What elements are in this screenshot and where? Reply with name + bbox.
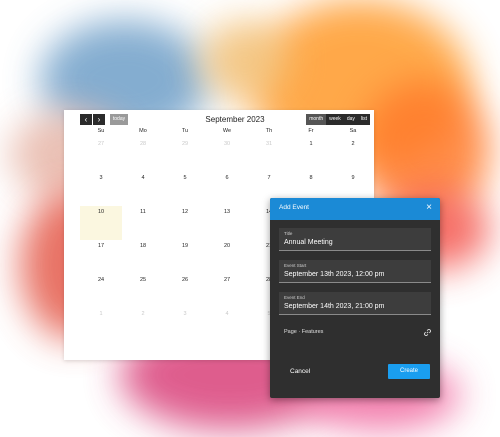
day-cell[interactable]: 26: [164, 274, 206, 308]
view-week-button[interactable]: week: [326, 114, 344, 125]
day-cell[interactable]: 5: [164, 172, 206, 206]
day-cell[interactable]: 31: [248, 138, 290, 172]
day-cell[interactable]: 11: [122, 206, 164, 240]
create-button[interactable]: Create: [388, 364, 430, 379]
view-list-button[interactable]: list: [357, 114, 370, 125]
dialog-header: Add Event ×: [270, 198, 440, 220]
day-cell[interactable]: 25: [122, 274, 164, 308]
field-value[interactable]: September 13th 2023, 12:00 pm: [284, 271, 384, 278]
day-cell[interactable]: 6: [206, 172, 248, 206]
weekday-header: Su Mo Tu We Th Fr Sa: [80, 128, 374, 138]
field-value[interactable]: Annual Meeting: [284, 239, 333, 246]
field-label: Event Start: [284, 263, 307, 268]
day-cell[interactable]: 29: [164, 138, 206, 172]
view-month-button[interactable]: month: [306, 114, 327, 125]
day-cell[interactable]: 27: [80, 138, 122, 172]
day-cell[interactable]: 4: [206, 308, 248, 342]
day-cell-today[interactable]: 10: [80, 206, 122, 240]
week-row: 27 28 29 30 31 1 2: [80, 138, 374, 172]
day-cell[interactable]: 3: [80, 172, 122, 206]
calendar-toolbar: ‹ › today September 2023 month week day …: [80, 114, 370, 126]
weekday-label: Mo: [139, 128, 147, 134]
view-day-button[interactable]: day: [343, 114, 358, 125]
weekday-label: Tu: [181, 128, 189, 134]
day-cell[interactable]: 18: [122, 240, 164, 274]
dialog-title: Add Event: [279, 204, 309, 211]
page-link-text: Page · Features: [284, 329, 324, 335]
day-cell[interactable]: 19: [164, 240, 206, 274]
title-field[interactable]: Title Annual Meeting: [279, 228, 431, 251]
add-event-dialog: Add Event × Title Annual Meeting Event S…: [270, 198, 440, 398]
weekday-label: We: [222, 128, 232, 134]
calendar-title: September 2023: [205, 115, 265, 124]
event-start-field[interactable]: Event Start September 13th 2023, 12:00 p…: [279, 260, 431, 283]
today-button[interactable]: today: [110, 114, 128, 125]
cancel-button[interactable]: Cancel: [290, 368, 310, 375]
day-cell[interactable]: 2: [122, 308, 164, 342]
day-cell[interactable]: 12: [164, 206, 206, 240]
weekday-label: Th: [265, 128, 273, 134]
day-cell[interactable]: 2: [332, 138, 374, 172]
day-cell[interactable]: 17: [80, 240, 122, 274]
chevron-left-icon[interactable]: ‹: [80, 114, 92, 125]
day-cell[interactable]: 4: [122, 172, 164, 206]
weekday-label: Fr: [308, 128, 314, 134]
day-cell[interactable]: 24: [80, 274, 122, 308]
day-cell[interactable]: 3: [164, 308, 206, 342]
chevron-right-icon[interactable]: ›: [93, 114, 105, 125]
weekday-label: Su: [97, 128, 105, 134]
field-label: Title: [284, 231, 293, 236]
view-switcher: month week day list: [306, 114, 370, 125]
day-cell[interactable]: 13: [206, 206, 248, 240]
day-cell[interactable]: 27: [206, 274, 248, 308]
day-cell[interactable]: 28: [122, 138, 164, 172]
paint-splash: [200, 20, 290, 100]
weekday-label: Sa: [349, 128, 357, 134]
link-icon[interactable]: [423, 328, 432, 337]
day-cell[interactable]: 20: [206, 240, 248, 274]
day-cell[interactable]: 1: [80, 308, 122, 342]
field-label: Event End: [284, 295, 305, 300]
day-cell[interactable]: 1: [290, 138, 332, 172]
close-icon[interactable]: ×: [426, 202, 432, 214]
field-value[interactable]: September 14th 2023, 21:00 pm: [284, 303, 384, 310]
page-link-row[interactable]: Page · Features: [284, 329, 432, 339]
event-end-field[interactable]: Event End September 14th 2023, 21:00 pm: [279, 292, 431, 315]
day-cell[interactable]: 30: [206, 138, 248, 172]
